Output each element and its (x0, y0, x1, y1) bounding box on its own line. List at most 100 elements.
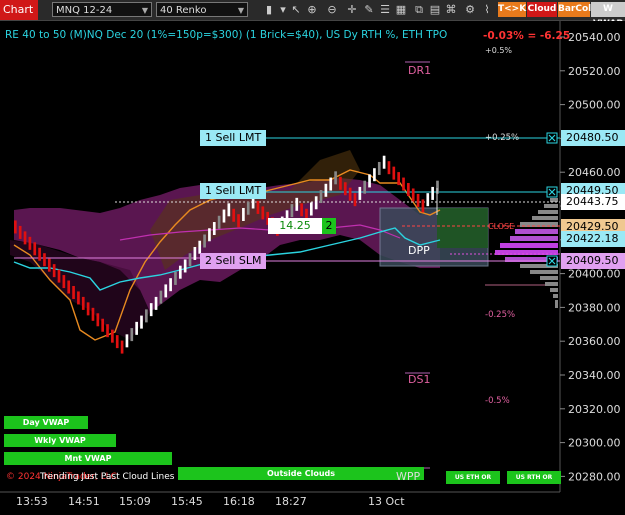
renko-brick (23, 231, 27, 245)
renko-brick (314, 196, 318, 210)
position-pnl[interactable]: 14.25 (268, 218, 322, 234)
renko-brick (397, 172, 400, 186)
price-tick-label: 20460.00 (568, 166, 621, 179)
price-tick-label: 20340.00 (568, 369, 621, 382)
renko-brick (57, 269, 61, 283)
wkly-vwap-bar: Wkly VWAP (4, 434, 116, 447)
renko-brick (324, 183, 328, 197)
price-tick-label: 20320.00 (568, 403, 621, 416)
cancel-order-3-icon[interactable] (546, 255, 558, 267)
dpp-label: DPP (408, 244, 430, 257)
renko-brick (256, 200, 260, 214)
renko-brick (67, 280, 71, 294)
renko-brick (91, 307, 95, 321)
renko-brick (329, 177, 333, 191)
renko-brick (237, 214, 240, 228)
position-qty[interactable]: 2 (322, 218, 336, 234)
outside-clouds-bar: Outside Clouds (178, 467, 424, 480)
renko-brick (14, 220, 17, 234)
renko-brick (38, 247, 41, 261)
renko-brick (62, 275, 66, 289)
renko-brick (203, 234, 206, 248)
sell-slm-order[interactable]: 2 Sell SLM (200, 253, 267, 269)
renko-brick (120, 340, 124, 354)
renko-brick (426, 193, 430, 207)
price-tick-label: 20280.00 (568, 470, 621, 483)
renko-brick (164, 284, 168, 298)
renko-brick (377, 161, 381, 175)
pct-change: -0.03% = -6.25 (483, 30, 571, 42)
price-tag-vwap: 20422.18 (561, 231, 625, 247)
renko-brick (343, 182, 347, 196)
renko-brick (227, 203, 231, 217)
renko-brick (188, 253, 192, 267)
time-label: 15:09 (119, 495, 151, 508)
sell-lmt-order-1[interactable]: 1 Sell LMT (200, 130, 267, 146)
renko-brick (178, 265, 182, 279)
renko-brick (339, 176, 342, 190)
renko-brick (402, 177, 405, 191)
price-tag-last: 20443.75 (561, 194, 625, 210)
renko-brick (363, 180, 367, 194)
renko-brick (431, 186, 434, 200)
renko-brick (198, 240, 202, 254)
renko-brick (81, 296, 85, 310)
renko-brick (290, 204, 294, 218)
renko-brick (353, 193, 357, 207)
renko-brick (111, 329, 114, 343)
renko-brick (242, 207, 245, 221)
renko-brick (407, 183, 410, 197)
renko-brick (169, 278, 172, 292)
renko-brick (193, 246, 197, 260)
renko-brick (77, 291, 80, 305)
close-label[interactable]: CLOSE (488, 222, 514, 231)
renko-brick (106, 324, 109, 338)
renko-brick (86, 302, 90, 316)
renko-brick (72, 285, 75, 299)
time-label: 13 Oct (368, 495, 405, 508)
cancel-order-2-icon[interactable] (546, 186, 558, 198)
renko-brick (416, 193, 420, 207)
renko-brick (125, 334, 129, 348)
renko-brick (43, 253, 46, 267)
pct-minus-025-label: -0.25% (485, 310, 515, 320)
renko-brick (373, 168, 376, 182)
us-eth-or-bar: US ETH OR (446, 471, 500, 484)
pct-plus-label: +0.5% (485, 46, 513, 55)
renko-brick (300, 203, 303, 217)
renko-brick (222, 209, 226, 223)
renko-brick (387, 161, 391, 175)
wpp-label: WPP (396, 470, 421, 483)
renko-brick (135, 321, 138, 335)
renko-brick (348, 187, 352, 201)
renko-brick (319, 190, 323, 204)
renko-brick (212, 222, 216, 236)
renko-brick (217, 215, 221, 229)
renko-brick (174, 271, 177, 285)
renko-brick (115, 335, 119, 349)
sell-lmt-order-2[interactable]: 1 Sell LMT (200, 183, 267, 199)
price-tag-sell-lmt-1: 20480.50 (561, 130, 625, 146)
renko-brick (18, 225, 22, 239)
renko-brick (295, 197, 299, 211)
renko-brick (421, 199, 425, 213)
cancel-order-1-icon[interactable] (546, 132, 558, 144)
renko-brick (261, 206, 265, 220)
renko-brick (183, 259, 187, 273)
time-label: 13:53 (16, 495, 48, 508)
renko-brick (392, 166, 396, 180)
pct-plus-025-label: +0.25% (485, 133, 519, 143)
renko-brick (411, 188, 415, 202)
renko-brick (382, 155, 386, 169)
time-label: 14:51 (68, 495, 100, 508)
price-tick-label: 20500.00 (568, 99, 621, 112)
renko-brick (96, 313, 100, 327)
renko-brick (140, 315, 143, 329)
day-vwap-bar: Day VWAP (4, 416, 88, 429)
value-area-box-green (437, 208, 488, 248)
renko-brick (358, 186, 362, 200)
renko-brick (47, 258, 51, 272)
renko-brick (154, 296, 158, 310)
time-label: 16:18 (223, 495, 255, 508)
renko-brick (309, 202, 313, 216)
